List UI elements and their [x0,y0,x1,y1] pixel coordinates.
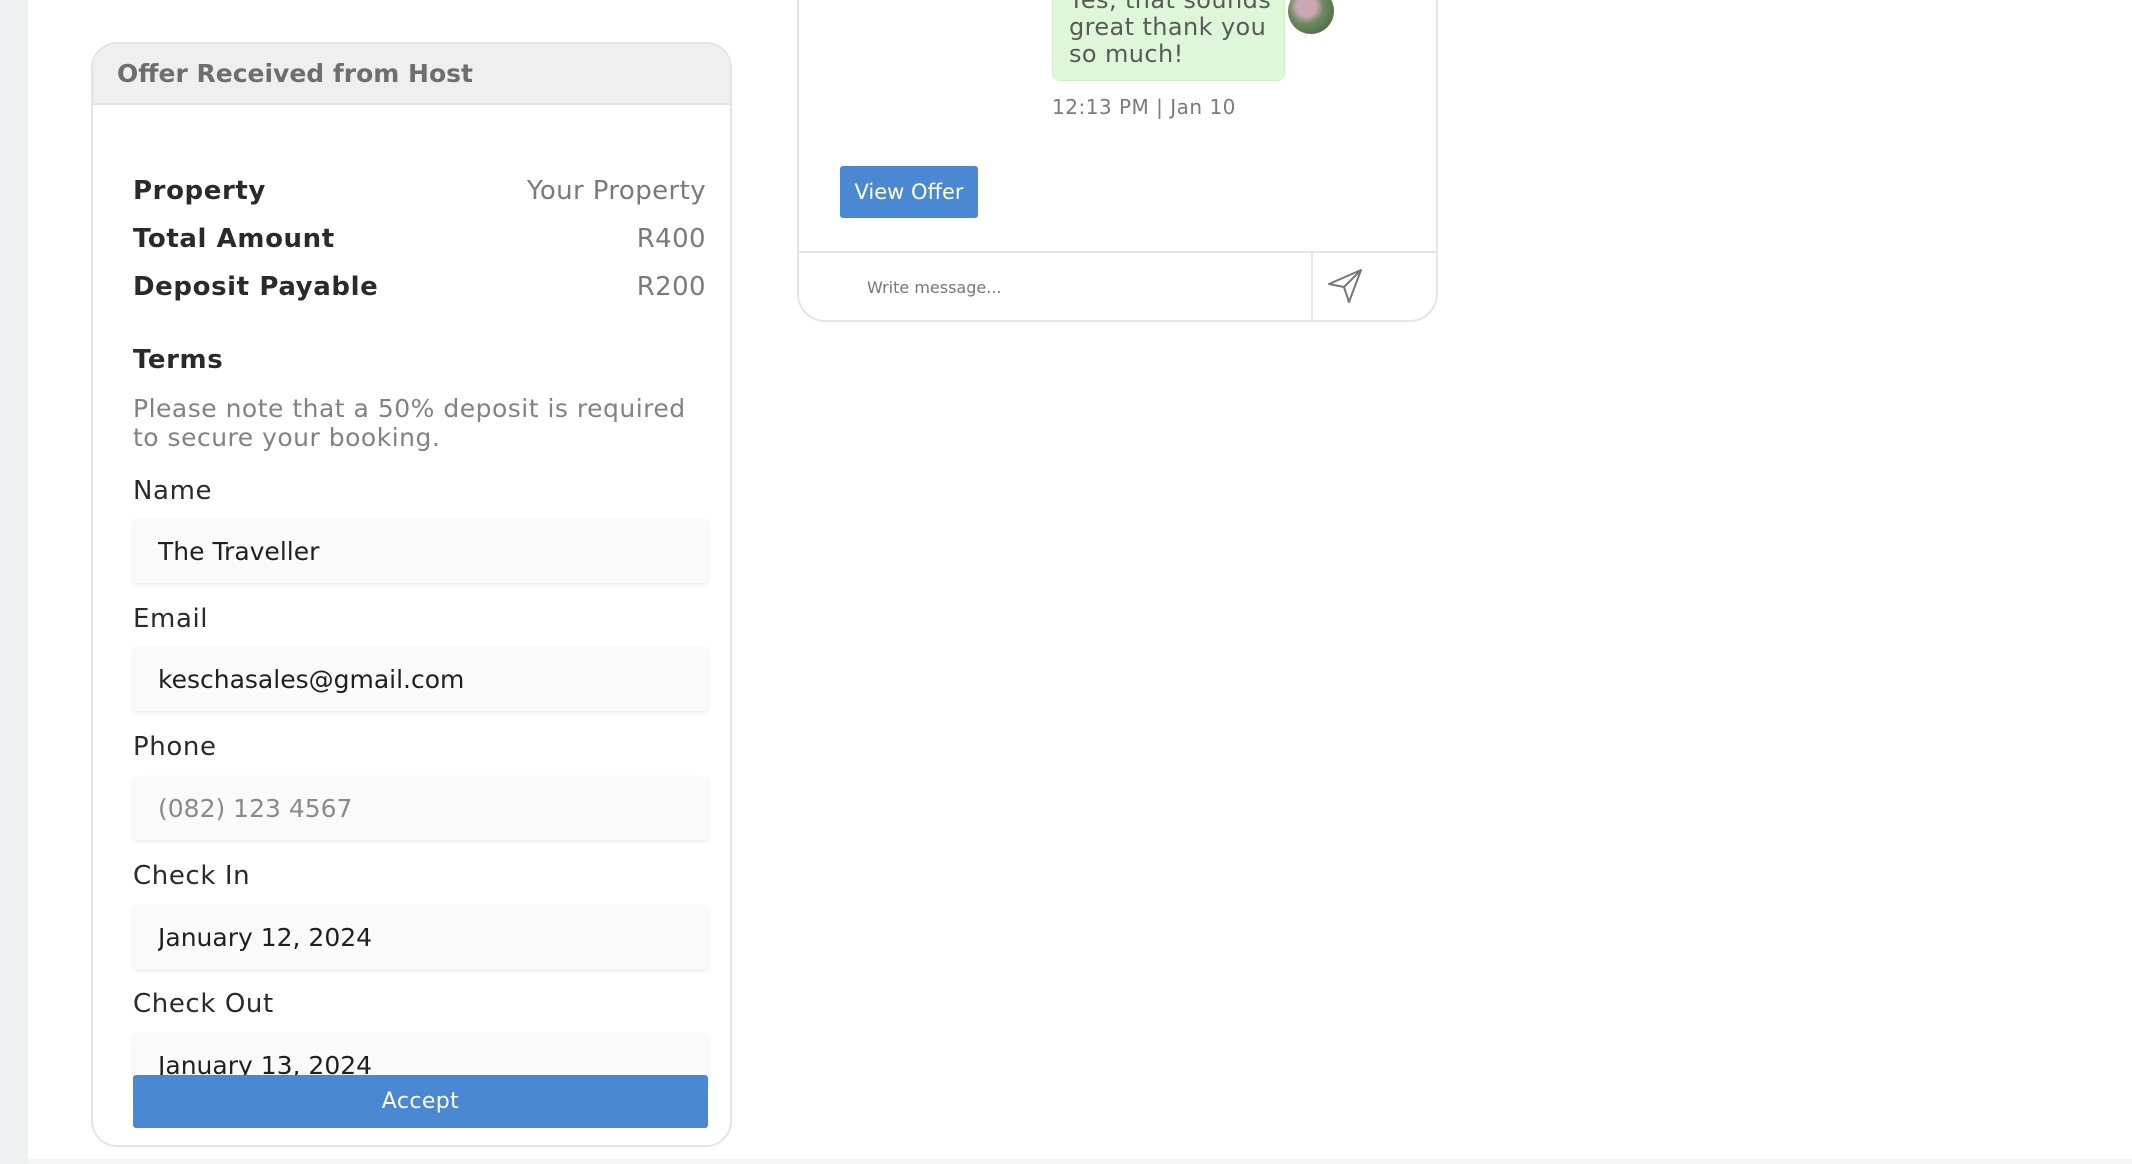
check-out-label: Check Out [133,989,274,1019]
offer-row-total-amount: Total Amount R400 [133,224,706,254]
check-in-input[interactable] [133,905,708,969]
name-input[interactable] [133,519,708,583]
property-label: Property [133,176,266,206]
terms-label: Terms [133,345,224,375]
bottom-edge-strip [28,1159,2132,1164]
check-in-label: Check In [133,861,251,891]
message-text: Yes, that sounds great thank you so much… [1069,0,1272,68]
total-amount-value: R400 [636,224,706,254]
name-label: Name [133,476,213,506]
send-button[interactable] [1319,261,1371,313]
message-bubble: Yes, that sounds great thank you so much… [1052,0,1285,81]
avatar [1288,0,1334,34]
email-input[interactable] [133,647,708,711]
deposit-value: R200 [636,272,706,302]
total-amount-label: Total Amount [133,224,335,254]
send-icon [1325,266,1365,309]
view-offer-button[interactable]: View Offer [840,166,978,218]
chat-panel: Yes, that sounds great thank you so much… [797,0,1438,322]
offer-header-title: Offer Received from Host [117,59,473,88]
terms-text: Please note that a 50% deposit is requir… [133,394,686,452]
property-value: Your Property [527,176,706,206]
phone-input[interactable] [133,776,708,840]
offer-row-property: Property Your Property [133,176,706,206]
offer-card: Offer Received from Host Property Your P… [91,42,732,1147]
deposit-label: Deposit Payable [133,272,379,302]
offer-row-deposit: Deposit Payable R200 [133,272,706,302]
message-composer [799,251,1436,320]
message-timestamp: 12:13 PM | Jan 10 [1052,95,1236,119]
offer-header: Offer Received from Host [93,44,730,105]
page: Offer Received from Host Property Your P… [0,0,2132,1164]
left-edge-strip [0,0,28,1164]
email-label: Email [133,604,209,634]
message-input[interactable] [799,253,1313,320]
phone-label: Phone [133,732,217,762]
accept-button[interactable]: Accept [133,1075,708,1128]
